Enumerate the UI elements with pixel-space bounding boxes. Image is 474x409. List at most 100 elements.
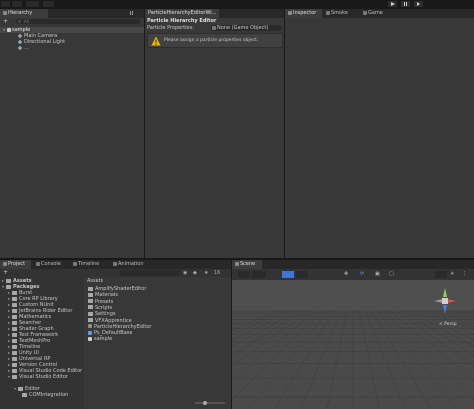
- gizmo-y-axis[interactable]: [443, 288, 447, 297]
- asset-item[interactable]: sample: [88, 336, 112, 342]
- project-search-input[interactable]: [120, 270, 180, 276]
- expand-icon: [8, 303, 10, 306]
- filter-type-icon[interactable]: ◉: [183, 269, 187, 277]
- expand-icon: [8, 345, 10, 348]
- folder-icon: [12, 296, 17, 301]
- slider-handle[interactable]: [203, 401, 207, 405]
- scene-icon: [88, 336, 92, 341]
- scene-tab-icon: [326, 10, 330, 15]
- warning-helpbox: Please assign a particle properties obje…: [147, 33, 283, 48]
- cloud-button[interactable]: [12, 1, 22, 7]
- assets-view: Assets AmplifyShaderEditor Materials Prese…: [85, 277, 231, 409]
- tab-project[interactable]: Project: [0, 260, 31, 269]
- folder-icon: [12, 374, 17, 379]
- project-panel: Project Console Timeline Animation + ◉ ◆…: [0, 260, 231, 409]
- tree-comintegration[interactable]: COMIntegration: [0, 392, 84, 398]
- step-button[interactable]: [414, 1, 423, 7]
- lighting-icon[interactable]: ☀: [450, 271, 458, 278]
- tab-console[interactable]: Console: [33, 260, 69, 269]
- search-input[interactable]: ⚲ All: [16, 19, 140, 24]
- tab-options-icon[interactable]: [130, 11, 133, 15]
- asset-item[interactable]: AmplifyShaderEditor: [88, 286, 146, 292]
- gizmo-x-axis[interactable]: [447, 299, 456, 303]
- tab-inspector[interactable]: Inspector: [285, 9, 322, 18]
- expand-icon: [8, 369, 10, 372]
- expand-icon: [8, 363, 10, 366]
- asset-item[interactable]: Scripts: [88, 305, 112, 311]
- hierarchy-icon: [3, 10, 7, 15]
- folder-icon: [12, 332, 17, 337]
- folder-icon: [3, 261, 7, 266]
- gizmo-neg-x-axis[interactable]: [434, 299, 443, 303]
- asset-item[interactable]: Ps_DefaultBase: [88, 330, 132, 336]
- tab-game[interactable]: Game: [360, 9, 396, 18]
- asset-item[interactable]: VFXApprentice: [88, 318, 132, 324]
- gizmo-center[interactable]: [442, 298, 448, 304]
- pause-icon: [404, 2, 407, 6]
- orientation-gizmo[interactable]: [430, 284, 460, 324]
- folder-icon: [12, 350, 17, 355]
- pause-button[interactable]: [401, 1, 410, 7]
- hidden-count: 16: [214, 270, 221, 276]
- tab-smoke[interactable]: Smoke: [323, 9, 359, 18]
- tree-item-particle[interactable]: ...: [17, 45, 29, 51]
- 2d-toggle-button[interactable]: [435, 271, 447, 278]
- draw-mode-button[interactable]: [252, 271, 266, 278]
- tab-timeline[interactable]: Timeline: [70, 260, 108, 269]
- favorite-icon[interactable]: ★: [204, 269, 208, 277]
- folder-icon: [22, 392, 27, 397]
- particle-editor-title: Particle Hierarchy Editor: [147, 18, 217, 24]
- asset-item[interactable]: Presets: [88, 299, 113, 305]
- script-icon: [88, 324, 92, 329]
- tree-package-item[interactable]: Visual Studio Editor: [0, 374, 84, 380]
- create-button[interactable]: +: [3, 269, 8, 277]
- rect-tool-icon[interactable]: ▢: [389, 271, 397, 278]
- scene-icon: [235, 261, 239, 266]
- folder-icon: [12, 314, 17, 319]
- inspector-tabbar: Inspector Smoke Game: [285, 9, 474, 18]
- folder-icon: [12, 368, 17, 373]
- particle-properties-field[interactable]: None (Game Object): [211, 25, 281, 31]
- tab-particle-editor[interactable]: ParticleHierarchyEditorWi...: [145, 9, 219, 18]
- gameobject-icon: [17, 39, 23, 44]
- tool-handle-button[interactable]: [238, 271, 250, 278]
- assets-breadcrumb[interactable]: Assets: [87, 278, 103, 285]
- expand-icon: [8, 291, 10, 294]
- expand-icon: [8, 375, 10, 378]
- account-button[interactable]: [1, 1, 10, 7]
- grid-button[interactable]: [296, 271, 308, 278]
- scale-tool-icon[interactable]: ▣: [375, 271, 383, 278]
- asset-item[interactable]: Settings: [88, 311, 116, 317]
- prefab-icon: [88, 330, 92, 335]
- user-button[interactable]: [26, 1, 39, 7]
- persp-label[interactable]: < Persp: [439, 322, 457, 327]
- move-tool-icon[interactable]: ✥: [344, 271, 352, 278]
- play-button[interactable]: [388, 1, 397, 7]
- expand-icon: [8, 309, 10, 312]
- unity-scene-icon: [7, 27, 11, 32]
- asset-item[interactable]: ParticleHierarchyEditor: [88, 324, 151, 330]
- icon-size-slider[interactable]: [195, 401, 225, 405]
- gizmo-z-axis[interactable]: [443, 305, 447, 314]
- scene-options-icon[interactable]: ⋮: [462, 271, 470, 278]
- layers-button[interactable]: [43, 1, 54, 7]
- rotate-tool-icon[interactable]: ⟳: [360, 271, 368, 278]
- expand-icon: [8, 321, 10, 324]
- folder-icon: [88, 286, 93, 291]
- tab-animation[interactable]: Animation: [110, 260, 154, 269]
- play-icon: [390, 2, 395, 6]
- filter-label-icon[interactable]: ◆: [193, 269, 197, 277]
- expand-icon: [8, 357, 10, 360]
- hierarchy-tabbar: Hierarchy: [0, 9, 144, 18]
- folder-icon: [12, 338, 17, 343]
- tab-hierarchy[interactable]: Hierarchy: [0, 9, 48, 18]
- expand-icon: [14, 387, 16, 390]
- grid-snap-button[interactable]: [282, 271, 294, 278]
- tab-scene[interactable]: Scene: [232, 260, 262, 269]
- warning-icon: [151, 36, 161, 46]
- asset-item[interactable]: Materials: [88, 292, 118, 298]
- inspector-panel: Inspector Smoke Game: [285, 9, 474, 258]
- folder-icon: [88, 305, 93, 310]
- scene-panel: Scene ✥ ⟳ ▣ ▢ ☀ ⋮ < Persp: [232, 260, 474, 409]
- add-button[interactable]: +: [3, 18, 8, 25]
